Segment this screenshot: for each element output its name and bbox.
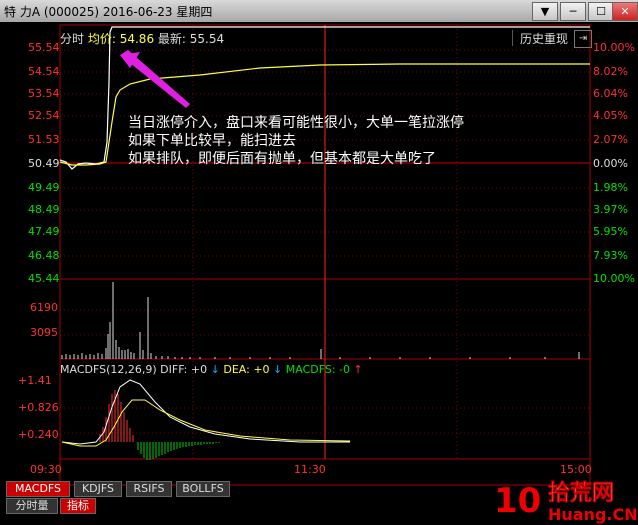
site-logo: 10 拾荒网 Huang.CN — [494, 480, 638, 524]
price-tick: 52.54 — [28, 109, 60, 122]
intraday-chart — [59, 24, 591, 486]
pct-tick: 0.00% — [593, 157, 628, 170]
annotation-line: 如果排队，即便后面有抛单，但基本都是大单吃了 — [128, 151, 436, 167]
macd-tick: +0.826 — [18, 401, 59, 414]
last-label: 最新: — [157, 32, 186, 46]
volume-tick: 6190 — [30, 301, 58, 314]
tab-kdjfs[interactable]: KDJFS — [74, 481, 122, 497]
macd-title: MACDFS(12,26,9) — [60, 363, 157, 376]
price-tick: 45.44 — [28, 272, 60, 285]
avg-value: 54.86 — [119, 32, 155, 46]
macd-negative-bars — [137, 442, 220, 460]
avg-label: 均价: — [87, 32, 116, 46]
pct-tick: 2.07% — [593, 133, 628, 146]
diff-label: DIFF: — [160, 363, 188, 376]
minimize-button[interactable]: ─ — [560, 2, 586, 21]
svg-text:拾荒网: 拾荒网 — [548, 480, 614, 506]
volume-bars — [61, 282, 580, 359]
price-tick: 51.53 — [28, 133, 60, 146]
price-tick: 55.54 — [28, 41, 60, 54]
pct-tick: 1.98% — [593, 181, 628, 194]
down-arrow-icon: ↓ — [210, 363, 220, 376]
window-title: 特 力A (000025) 2016-06-23 星期四 — [4, 5, 213, 19]
tab-macdfs[interactable]: MACDFS — [6, 481, 70, 497]
annotation-line: 如果下单比较早，能扫进去 — [128, 133, 296, 149]
svg-text:10: 10 — [494, 481, 541, 521]
diff-line — [61, 379, 350, 445]
history-nav-icon[interactable]: ⇥ — [574, 30, 592, 48]
time-tick: 11:30 — [294, 463, 326, 476]
price-tick: 49.49 — [28, 181, 60, 194]
macd-tick: +1.41 — [18, 374, 52, 387]
close-button[interactable]: ✕ — [612, 2, 638, 21]
mode-label: 分时 — [60, 32, 85, 46]
time-tick: 09:30 — [30, 463, 62, 476]
dea-line — [61, 399, 351, 447]
dropdown-button[interactable]: ▼ — [532, 2, 558, 21]
macdfs-label: MACDFS: — [285, 363, 336, 376]
last-value: 55.54 — [189, 32, 225, 46]
annotation-text: 当日涨停介入，盘口来看可能性很小，大单一笔拉涨停 如果下单比较早，能扫进去 如果… — [128, 114, 464, 168]
pct-tick: 10.00% — [593, 41, 635, 54]
macd-positive-bars — [99, 390, 134, 442]
macd-tick: +0.240 — [18, 428, 59, 441]
pct-tick: 8.02% — [593, 65, 628, 78]
tab-rsifs[interactable]: RSIFS — [126, 481, 172, 497]
annotation-line: 当日涨停介入，盘口来看可能性很小，大单一笔拉涨停 — [128, 115, 464, 131]
macdfs-value: -0 — [339, 363, 351, 376]
price-tick: 53.54 — [28, 87, 60, 100]
pct-tick: 10.00% — [593, 272, 635, 285]
pct-tick: 4.05% — [593, 109, 628, 122]
diff-value: +0 — [190, 363, 208, 376]
maximize-button[interactable]: ☐ — [588, 2, 614, 21]
pct-tick: 5.95% — [593, 225, 628, 238]
quote-header: 分时 均价: 54.86 最新: 55.54 — [60, 30, 224, 46]
price-tick: 48.49 — [28, 203, 60, 216]
tab-indicator[interactable]: 指标 — [60, 498, 96, 514]
tab-bollfs[interactable]: BOLLFS — [176, 481, 230, 497]
price-tick: 47.49 — [28, 225, 60, 238]
up-arrow-icon: ↑ — [353, 363, 363, 376]
pct-tick: 3.97% — [593, 203, 628, 216]
volume-tick: 3095 — [30, 326, 58, 339]
dea-label: DEA: — [223, 363, 250, 376]
price-tick: 46.48 — [28, 249, 60, 262]
pct-tick: 6.04% — [593, 87, 628, 100]
history-replay-button[interactable]: 历史重现 — [512, 30, 575, 46]
tab-volume[interactable]: 分时量 — [6, 498, 58, 514]
price-tick: 50.49 — [28, 157, 60, 170]
dea-value: +0 — [253, 363, 270, 376]
price-tick: 54.54 — [28, 65, 60, 78]
svg-text:Huang.CN: Huang.CN — [548, 505, 638, 524]
macd-header: MACDFS(12,26,9) DIFF: +0 ↓ DEA: +0 ↓ MAC… — [60, 363, 363, 376]
down-arrow-icon: ↓ — [273, 363, 283, 376]
pct-tick: 7.93% — [593, 249, 628, 262]
